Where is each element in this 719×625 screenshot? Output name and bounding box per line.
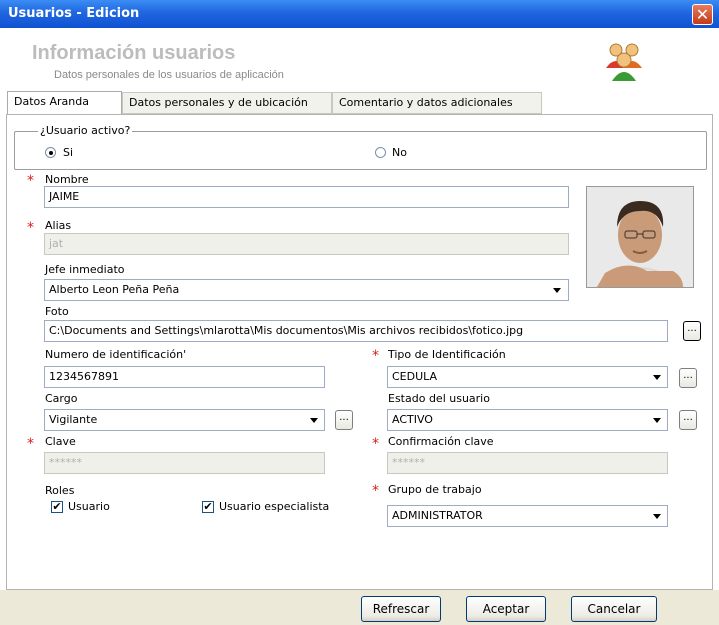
clave-label: Clave [45,435,76,448]
role-usuario-checkbox[interactable]: ✔ [51,501,63,513]
numero-id-input[interactable]: 1234567891 [44,366,325,388]
cancel-button[interactable]: Cancelar [571,596,657,622]
grupo-value: ADMINISTRATOR [392,509,483,522]
role-usuario-label: Usuario [68,500,110,513]
nombre-label: Nombre [45,173,89,186]
tipo-id-label: Tipo de Identificación [388,348,506,361]
tab-datos-personales[interactable]: Datos personales y de ubicación [122,92,332,114]
radio-no-label: No [392,146,407,159]
alias-label: Alias [45,219,72,232]
nombre-input[interactable]: JAIME [44,186,569,208]
check-icon: ✔ [52,500,62,513]
close-icon: ✕ [695,5,710,24]
cargo-value: Vigilante [49,413,98,426]
required-marker: * [27,173,34,189]
tab-datos-aranda[interactable]: Datos Aranda [7,91,122,116]
check-icon: ✔ [203,500,213,513]
chevron-down-icon[interactable] [550,280,564,300]
chevron-down-icon[interactable] [307,410,321,430]
radio-si-label: Si [63,146,74,159]
tipo-id-browse-button[interactable]: ... [679,368,697,388]
browse-photo-button[interactable]: ... [683,321,701,341]
estado-label: Estado del usuario [388,392,490,405]
person-photo-icon [587,187,693,287]
chevron-down-icon[interactable] [650,506,664,526]
grupo-label: Grupo de trabajo [388,483,482,496]
required-marker: * [372,483,379,499]
confirmacion-input: ****** [387,452,668,474]
required-marker: * [27,436,34,452]
chevron-down-icon[interactable] [650,367,664,387]
estado-value: ACTIVO [392,413,433,426]
user-photo [586,186,694,288]
tab-comentario[interactable]: Comentario y datos adicionales [332,92,542,114]
close-button[interactable]: ✕ [692,4,713,25]
page-title: Información usuarios [32,42,236,64]
cargo-select[interactable]: Vigilante [44,409,325,431]
users-group-icon [606,43,642,81]
radio-si[interactable] [45,147,56,158]
cargo-browse-button[interactable]: ... [335,410,353,430]
jefe-value: Alberto Leon Peña Peña [49,283,180,296]
title-bar: Usuarios - Edicion ✕ [0,0,719,28]
radio-no[interactable] [375,147,386,158]
required-marker: * [372,348,379,364]
refresh-button[interactable]: Refrescar [361,596,441,622]
estado-select[interactable]: ACTIVO [387,409,668,431]
page-subtitle: Datos personales de los usuarios de apli… [54,69,284,81]
accept-button[interactable]: Aceptar [466,596,546,622]
roles-label: Roles [45,484,75,497]
active-user-legend: ¿Usuario activo? [38,124,133,137]
foto-input[interactable]: C:\Documents and Settings\mlarotta\Mis d… [44,320,668,342]
chevron-down-icon[interactable] [650,410,664,430]
confirmacion-label: Confirmación clave [388,435,494,448]
grupo-select[interactable]: ADMINISTRATOR [387,505,668,527]
role-especialista-label: Usuario especialista [219,500,330,513]
window-title: Usuarios - Edicion [8,6,140,21]
jefe-select[interactable]: Alberto Leon Peña Peña [44,279,569,301]
tipo-id-select[interactable]: CEDULA [387,366,668,388]
clave-input: ****** [44,452,325,474]
cargo-label: Cargo [45,392,78,405]
required-marker: * [27,220,34,236]
required-marker: * [372,436,379,452]
estado-browse-button[interactable]: ... [679,410,697,430]
jefe-label: Jefe inmediato [45,263,125,276]
tipo-id-value: CEDULA [392,370,438,383]
role-especialista-checkbox[interactable]: ✔ [202,501,214,513]
numero-id-label: Numero de identificación' [45,348,187,361]
alias-input: jat [44,233,569,255]
foto-label: Foto [45,305,69,318]
